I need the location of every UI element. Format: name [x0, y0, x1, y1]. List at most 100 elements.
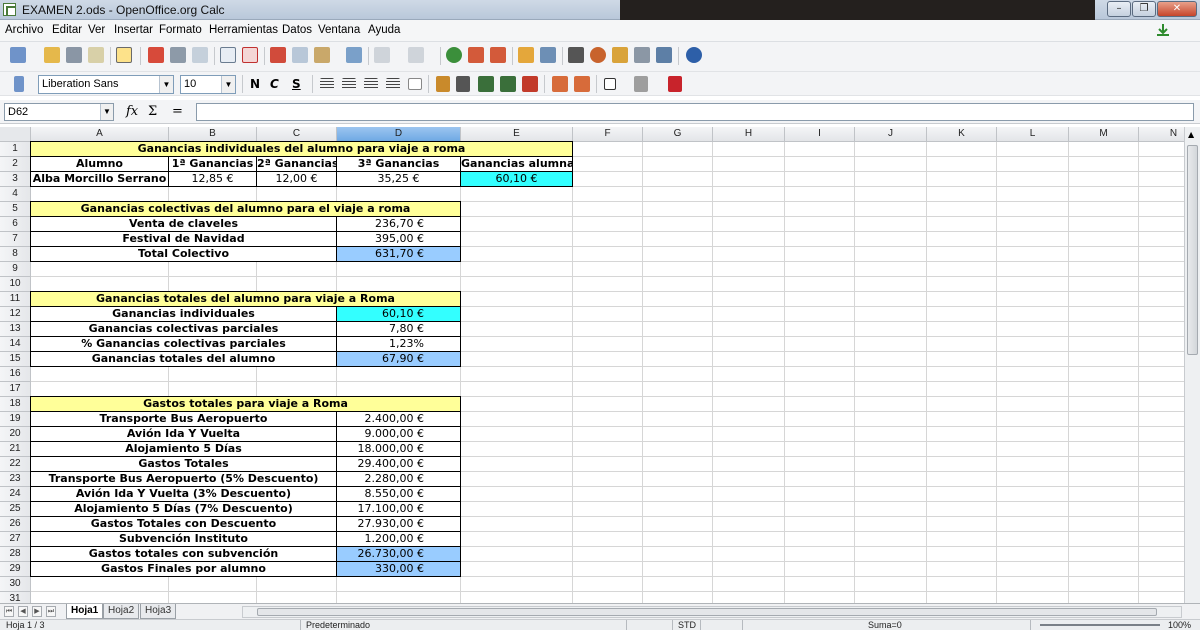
- menu-ayuda[interactable]: Ayuda: [368, 24, 400, 36]
- chevron-down-icon[interactable]: ▼: [221, 76, 235, 93]
- table4-value[interactable]: 26.730,00 €: [336, 546, 461, 562]
- increase-indent-icon[interactable]: [574, 76, 590, 92]
- table2-label[interactable]: Festival de Navidad: [30, 231, 337, 247]
- row-header-2[interactable]: 2: [0, 157, 31, 172]
- table4-value[interactable]: 330,00 €: [336, 561, 461, 577]
- row-header-16[interactable]: 16: [0, 367, 31, 382]
- help-icon[interactable]: [686, 47, 702, 63]
- table2-value[interactable]: 236,70 €: [336, 216, 461, 232]
- column-header-h[interactable]: H: [713, 127, 785, 142]
- align-center-icon[interactable]: [342, 78, 356, 90]
- vertical-scrollbar[interactable]: ▲: [1184, 127, 1200, 603]
- table3-title[interactable]: Ganancias totales del alumno para viaje …: [30, 291, 461, 307]
- borders-icon[interactable]: [604, 78, 616, 90]
- horizontal-scrollbar[interactable]: [242, 606, 1182, 618]
- table1-header[interactable]: Alumno: [30, 156, 169, 172]
- currency-format-icon[interactable]: [436, 76, 450, 92]
- row-header-31[interactable]: 31: [0, 592, 31, 603]
- row-header-20[interactable]: 20: [0, 427, 31, 442]
- table4-label[interactable]: Avión Ida Y Vuelta (3% Descuento): [30, 486, 337, 502]
- zoom-icon[interactable]: [656, 47, 672, 63]
- status-zoom[interactable]: 100%: [1168, 620, 1191, 630]
- sort-ascending-icon[interactable]: [468, 47, 484, 63]
- row-header-4[interactable]: 4: [0, 187, 31, 202]
- select-all-corner[interactable]: [0, 127, 31, 142]
- column-header-i[interactable]: I: [785, 127, 855, 142]
- row-header-25[interactable]: 25: [0, 502, 31, 517]
- row-header-24[interactable]: 24: [0, 487, 31, 502]
- spellcheck-icon[interactable]: [220, 47, 236, 63]
- gallery-icon[interactable]: [612, 47, 628, 63]
- export-pdf-icon[interactable]: [148, 47, 164, 63]
- save-icon[interactable]: [66, 47, 82, 63]
- pivot-table-icon[interactable]: [540, 47, 556, 63]
- merge-cells-icon[interactable]: [408, 78, 422, 90]
- table3-label[interactable]: % Ganancias colectivas parciales: [30, 336, 337, 352]
- row-header-17[interactable]: 17: [0, 382, 31, 397]
- hyperlink-icon[interactable]: [446, 47, 462, 63]
- horizontal-scroll-thumb[interactable]: [257, 608, 1157, 616]
- column-header-l[interactable]: L: [997, 127, 1069, 142]
- tab-hoja1[interactable]: Hoja1: [66, 604, 104, 619]
- restore-button[interactable]: ❐: [1132, 1, 1156, 17]
- function-wizard-icon[interactable]: fx: [126, 104, 138, 119]
- row-header-6[interactable]: 6: [0, 217, 31, 232]
- table3-value[interactable]: 1,23%: [336, 336, 461, 352]
- table3-label[interactable]: Ganancias individuales: [30, 306, 337, 322]
- table1-value[interactable]: 60,10 €: [460, 171, 573, 187]
- row-header-8[interactable]: 8: [0, 247, 31, 262]
- column-header-a[interactable]: A: [31, 127, 169, 142]
- menu-editar[interactable]: Editar: [52, 24, 82, 36]
- paste-icon[interactable]: [314, 47, 330, 63]
- minimize-button[interactable]: –: [1107, 1, 1131, 17]
- next-sheet-icon[interactable]: ▶: [32, 606, 42, 617]
- menu-herramientas[interactable]: Herramientas: [209, 24, 278, 36]
- delete-decimal-icon[interactable]: [522, 76, 538, 92]
- table4-label[interactable]: Gastos Totales con Descuento: [30, 516, 337, 532]
- status-selection-mode[interactable]: STD: [678, 620, 696, 630]
- redo-icon[interactable]: [408, 47, 424, 63]
- justify-icon[interactable]: [386, 78, 400, 90]
- menu-ver[interactable]: Ver: [88, 24, 105, 36]
- name-box[interactable]: D62 ▼: [4, 103, 114, 121]
- open-folder-icon[interactable]: [44, 47, 60, 63]
- tab-hoja2[interactable]: Hoja2: [103, 604, 140, 619]
- font-name-combo[interactable]: Liberation Sans ▼: [38, 75, 174, 94]
- table4-label[interactable]: Avión Ida Y Vuelta: [30, 426, 337, 442]
- table4-label[interactable]: Gastos totales con subvención: [30, 546, 337, 562]
- table4-value[interactable]: 29.400,00 €: [336, 456, 461, 472]
- row-header-18[interactable]: 18: [0, 397, 31, 412]
- table4-value[interactable]: 27.930,00 €: [336, 516, 461, 532]
- table4-value[interactable]: 2.400,00 €: [336, 411, 461, 427]
- new-document-icon[interactable]: [10, 47, 26, 63]
- function-equals-icon[interactable]: =: [172, 104, 183, 119]
- table2-label[interactable]: Venta de claveles: [30, 216, 337, 232]
- email-icon[interactable]: [88, 47, 104, 63]
- table4-label[interactable]: Alojamiento 5 Días: [30, 441, 337, 457]
- sum-icon[interactable]: Σ: [148, 104, 157, 119]
- row-header-19[interactable]: 19: [0, 412, 31, 427]
- table3-value[interactable]: 60,10 €: [336, 306, 461, 322]
- row-header-11[interactable]: 11: [0, 292, 31, 307]
- table4-value[interactable]: 9.000,00 €: [336, 426, 461, 442]
- data-sources-icon[interactable]: [634, 47, 650, 63]
- menu-ventana[interactable]: Ventana: [318, 24, 360, 36]
- row-header-12[interactable]: 12: [0, 307, 31, 322]
- font-color-icon[interactable]: [668, 76, 682, 92]
- font-size-combo[interactable]: 10 ▼: [180, 75, 236, 94]
- navigator-icon[interactable]: [590, 47, 606, 63]
- vertical-scroll-thumb[interactable]: [1187, 145, 1198, 355]
- print-preview-icon[interactable]: [192, 47, 208, 63]
- bold-button[interactable]: N: [250, 77, 260, 91]
- column-header-c[interactable]: C: [257, 127, 337, 142]
- table2-value[interactable]: 395,00 €: [336, 231, 461, 247]
- row-header-10[interactable]: 10: [0, 277, 31, 292]
- table4-label[interactable]: Alojamiento 5 Días (7% Descuento): [30, 501, 337, 517]
- table1-value[interactable]: Alba Morcillo Serrano: [30, 171, 169, 187]
- row-header-21[interactable]: 21: [0, 442, 31, 457]
- table4-value[interactable]: 2.280,00 €: [336, 471, 461, 487]
- table3-value[interactable]: 7,80 €: [336, 321, 461, 337]
- table1-header[interactable]: 3ª Ganancias: [336, 156, 461, 172]
- table1-header[interactable]: 1ª Ganancias: [168, 156, 257, 172]
- column-header-f[interactable]: F: [573, 127, 643, 142]
